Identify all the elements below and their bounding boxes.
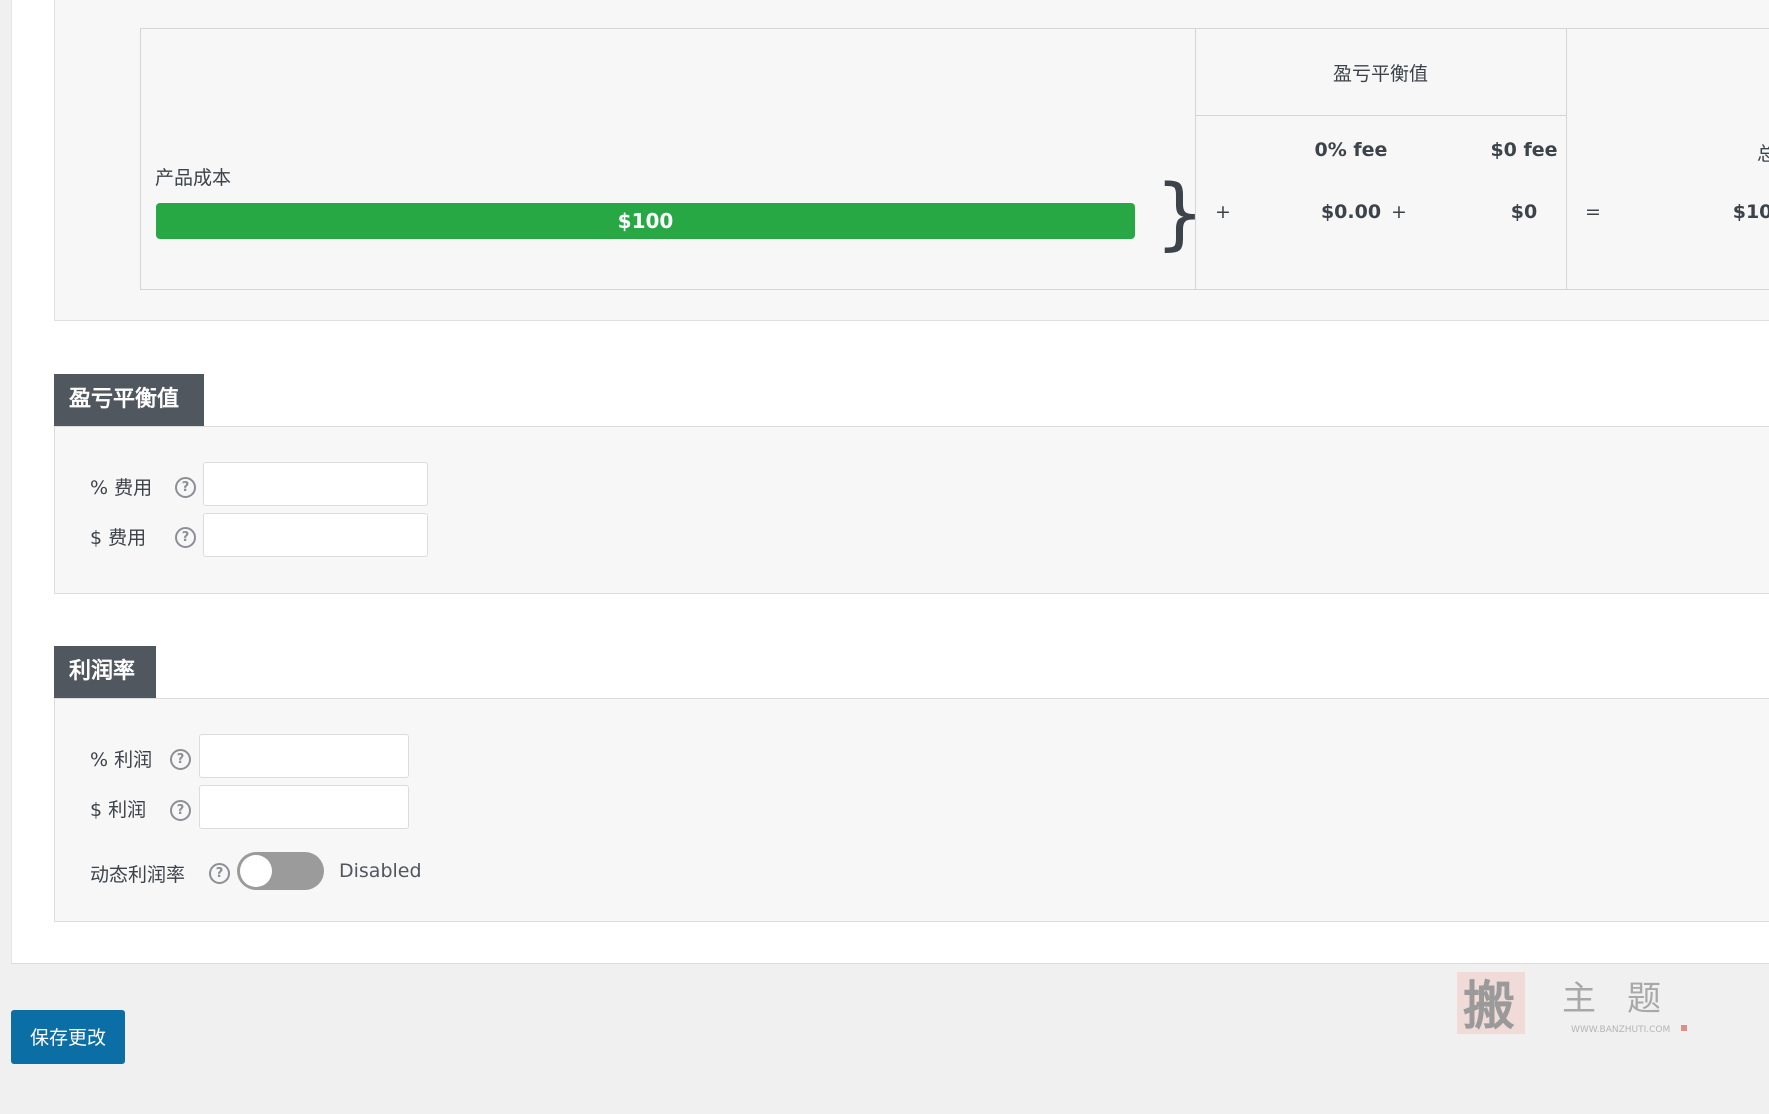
svg-text:WWW.BANZHUTI.COM: WWW.BANZHUTI.COM <box>1571 1025 1670 1035</box>
dollar-fee-label: $ 费用 <box>90 527 147 549</box>
svg-text:题: 题 <box>1627 979 1661 1019</box>
save-changes-button[interactable]: 保存更改 <box>11 1010 125 1064</box>
dynamic-margin-label: 动态利润率 <box>90 864 186 886</box>
price-calculator-area: 产品成本 $100 } 盈亏平衡值 0% fee $0 fee 总价 + $0.… <box>54 0 1769 321</box>
percent-fee-input[interactable] <box>203 462 428 506</box>
dollar-fee-header: $0 fee <box>1490 139 1558 161</box>
plus-sign: + <box>1215 201 1231 223</box>
help-icon[interactable]: ? <box>175 477 196 498</box>
help-icon[interactable]: ? <box>170 749 191 770</box>
price-calculator: 产品成本 $100 } 盈亏平衡值 0% fee $0 fee 总价 + $0.… <box>140 28 1769 290</box>
breakeven-header: 盈亏平衡值 <box>1332 63 1428 85</box>
percent-margin-input[interactable] <box>199 734 409 778</box>
watermark-logo: 搬 主 题 WWW.BANZHUTI.COM <box>1457 972 1687 1037</box>
dollar-fee-value: $0 <box>1510 201 1538 223</box>
breakeven-section-title: 盈亏平衡值 <box>54 374 204 426</box>
equals-sign: = <box>1585 201 1601 223</box>
percent-fee-header: 0% fee <box>1314 139 1388 161</box>
product-cost-bar: $100 <box>156 203 1135 239</box>
total-header: 总价 <box>1756 143 1769 165</box>
dynamic-margin-toggle[interactable] <box>237 852 324 890</box>
plus-sign: + <box>1391 201 1407 223</box>
product-cost-label: 产品成本 <box>155 167 232 189</box>
breakeven-section-body <box>54 426 1769 594</box>
help-icon[interactable]: ? <box>170 800 191 821</box>
percent-fee-label: % 费用 <box>90 477 153 499</box>
divider <box>1195 115 1566 116</box>
dollar-margin-label: $ 利润 <box>90 799 147 821</box>
dollar-fee-input[interactable] <box>203 513 428 557</box>
percent-margin-label: % 利润 <box>90 749 153 771</box>
help-icon[interactable]: ? <box>209 863 230 884</box>
help-icon[interactable]: ? <box>175 527 196 548</box>
margin-section-title: 利润率 <box>54 646 156 698</box>
toggle-knob <box>240 855 272 887</box>
dollar-margin-input[interactable] <box>199 785 409 829</box>
svg-text:搬: 搬 <box>1463 976 1515 1037</box>
dynamic-margin-status: Disabled <box>339 860 422 882</box>
total-value: $100.00 <box>1732 201 1769 223</box>
brace-icon: } <box>1155 169 1205 259</box>
svg-text:主: 主 <box>1562 979 1596 1019</box>
